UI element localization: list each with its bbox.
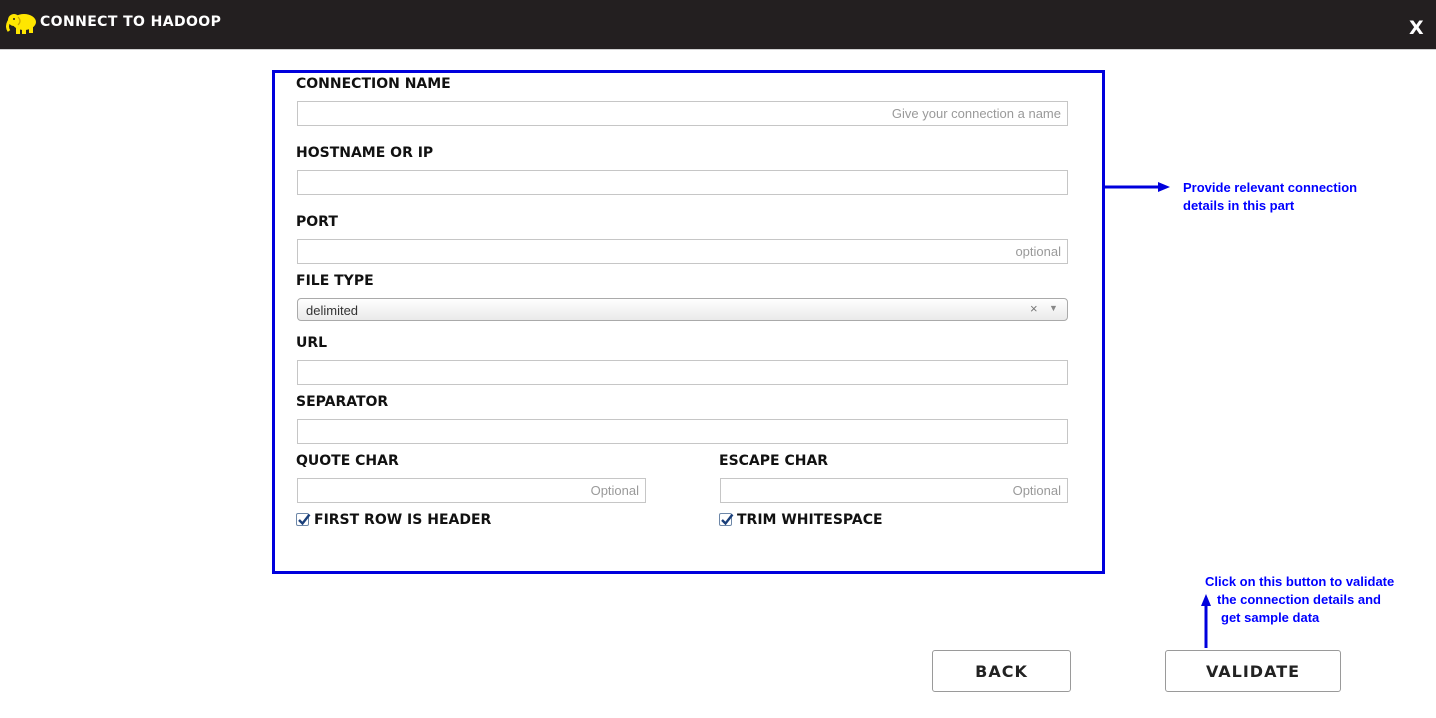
hostname-label: HOSTNAME OR IP — [296, 145, 434, 161]
clear-icon[interactable]: × — [1030, 301, 1038, 316]
close-button[interactable]: X — [1409, 16, 1424, 40]
port-label: PORT — [296, 214, 338, 230]
form-annotation: Provide relevant connection details in t… — [1183, 179, 1357, 215]
file-type-select[interactable]: delimited × ▼ — [297, 298, 1068, 321]
hadoop-elephant-icon — [6, 14, 36, 34]
validate-annotation: Click on this button to validate the con… — [1205, 573, 1394, 627]
trim-whitespace-label: TRIM WHITESPACE — [737, 512, 883, 528]
quote-char-label: QUOTE CHAR — [296, 453, 399, 469]
connection-name-input[interactable] — [297, 101, 1068, 126]
separator-label: SEPARATOR — [296, 394, 389, 410]
arrow-right-icon — [1104, 182, 1170, 192]
url-label: URL — [296, 335, 328, 351]
escape-char-label: ESCAPE CHAR — [719, 453, 829, 469]
first-row-header-label: FIRST ROW IS HEADER — [314, 512, 492, 528]
separator-input[interactable] — [297, 419, 1068, 444]
file-type-label: FILE TYPE — [296, 273, 374, 289]
back-button[interactable]: BACK — [932, 650, 1071, 692]
trim-whitespace-checkbox[interactable] — [719, 513, 734, 526]
connection-name-label: CONNECTION NAME — [296, 76, 451, 92]
quote-char-input[interactable] — [297, 478, 646, 503]
validate-annotation-line: Click on this button to validate — [1205, 574, 1395, 589]
chevron-down-icon[interactable]: ▼ — [1049, 303, 1058, 313]
form-annotation-line: details in this part — [1183, 198, 1295, 213]
url-input[interactable] — [297, 360, 1068, 385]
form-annotation-line: Provide relevant connection — [1183, 180, 1358, 195]
hostname-input[interactable] — [297, 170, 1068, 195]
window-title: CONNECT TO HADOOP — [40, 14, 222, 30]
validate-button[interactable]: VALIDATE — [1165, 650, 1341, 692]
file-type-value: delimited — [306, 303, 359, 318]
validate-annotation-line: get sample data — [1221, 610, 1320, 625]
title-bar: CONNECT TO HADOOP X — [0, 0, 1436, 50]
first-row-header-checkbox[interactable] — [296, 513, 311, 526]
port-input[interactable] — [297, 239, 1068, 264]
validate-annotation-line: the connection details and — [1217, 592, 1381, 607]
checkmark-icon — [298, 513, 311, 526]
checkmark-icon — [721, 513, 734, 526]
escape-char-input[interactable] — [720, 478, 1068, 503]
